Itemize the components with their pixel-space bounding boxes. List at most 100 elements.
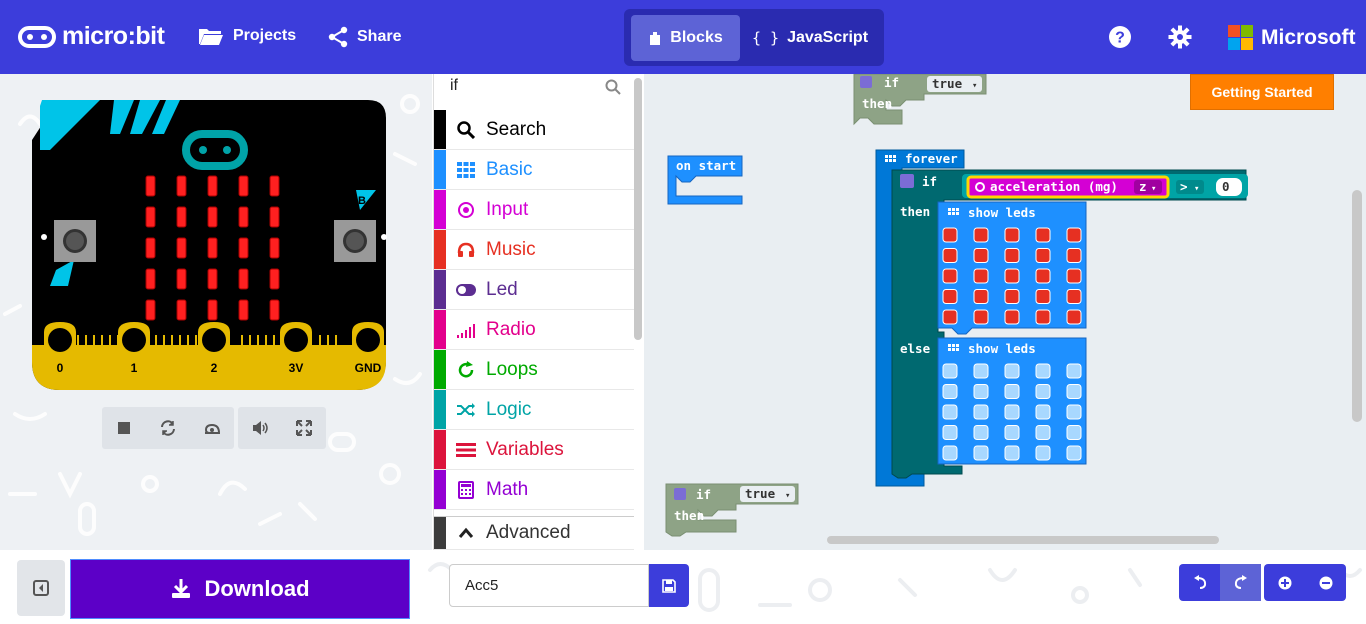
workspace-vscrollbar[interactable] <box>1352 190 1362 422</box>
toolbox-category-music[interactable]: Music <box>434 230 634 270</box>
restart-button[interactable] <box>146 407 190 449</box>
block-led-cell[interactable] <box>942 227 958 243</box>
on-start-block[interactable]: on start <box>667 155 743 205</box>
block-led-cell[interactable] <box>1066 248 1082 263</box>
block-led-cell[interactable] <box>1035 309 1051 325</box>
show-leds-else-block[interactable]: show leds <box>937 337 1087 465</box>
projects-button[interactable]: Projects <box>198 26 296 46</box>
if-block-bottom[interactable]: if true ▾ then <box>665 483 799 537</box>
block-led-cell[interactable] <box>1066 363 1082 379</box>
block-led-cell[interactable] <box>973 404 989 420</box>
toolbox-category-loops[interactable]: Loops <box>434 350 634 390</box>
block-led-cell[interactable] <box>1066 289 1082 304</box>
axis-dropdown[interactable]: z <box>1139 179 1147 194</box>
block-led-cell[interactable] <box>1035 363 1051 379</box>
block-led-cell[interactable] <box>942 289 958 304</box>
block-led-cell[interactable] <box>1035 268 1051 284</box>
block-led-cell[interactable] <box>1066 445 1082 461</box>
block-led-cell[interactable] <box>1004 248 1020 263</box>
toolbox-category-math[interactable]: Math <box>434 470 634 510</box>
compare-value[interactable]: 0 <box>1222 179 1230 194</box>
toolbox-category-variables[interactable]: Variables <box>434 430 634 470</box>
block-led-cell[interactable] <box>942 425 958 440</box>
toolbox-advanced[interactable]: Advanced <box>434 516 634 550</box>
block-led-cell[interactable] <box>973 248 989 263</box>
project-name-input[interactable]: Acc5 <box>449 564 649 607</box>
microbit-board[interactable]: A B 0 1 2 3V GND <box>30 100 402 394</box>
block-led-cell[interactable] <box>1004 384 1020 399</box>
block-led-cell[interactable] <box>973 227 989 243</box>
block-led-cell[interactable] <box>1035 227 1051 243</box>
stop-button[interactable] <box>102 407 146 449</box>
workspace-hscrollbar[interactable] <box>827 536 1219 544</box>
block-led-cell[interactable] <box>1004 268 1020 284</box>
collapse-simulator-button[interactable] <box>17 560 65 616</box>
block-led-cell[interactable] <box>973 445 989 461</box>
block-led-cell[interactable] <box>942 384 958 399</box>
block-led-cell[interactable] <box>1035 248 1051 263</box>
block-led-cell[interactable] <box>973 363 989 379</box>
zoom-out-button[interactable] <box>1305 564 1346 601</box>
save-button[interactable] <box>649 564 689 607</box>
block-led-cell[interactable] <box>1066 384 1082 399</box>
operator-dropdown[interactable]: > <box>1180 179 1188 194</box>
block-led-cell[interactable] <box>1035 404 1051 420</box>
button-b[interactable] <box>334 220 376 262</box>
share-button[interactable]: Share <box>328 26 401 48</box>
toolbox-category-led[interactable]: Led <box>434 270 634 310</box>
toolbox-category-search[interactable]: Search <box>434 110 634 150</box>
block-led-cell[interactable] <box>942 309 958 325</box>
toolbox-category-logic[interactable]: Logic <box>434 390 634 430</box>
if-top-value[interactable]: true <box>932 76 963 91</box>
fullscreen-button[interactable] <box>282 407 326 449</box>
toolbox-scrollbar[interactable] <box>634 78 642 340</box>
toolbox-category-radio[interactable]: Radio <box>434 310 634 350</box>
microsoft-logo[interactable]: Microsoft <box>1228 25 1356 50</box>
microbit-logo[interactable]: micro:bit <box>18 22 165 51</box>
search-icon[interactable] <box>605 79 621 95</box>
redo-button[interactable] <box>1220 564 1261 601</box>
undo-button[interactable] <box>1179 564 1220 601</box>
slowmo-button[interactable] <box>190 407 234 449</box>
tab-javascript[interactable]: { } JavaScript <box>750 15 870 61</box>
block-led-cell[interactable] <box>1004 309 1020 325</box>
help-icon[interactable]: ? <box>1108 25 1132 49</box>
gear-icon[interactable] <box>1168 25 1192 49</box>
block-led-cell[interactable] <box>942 445 958 461</box>
sound-button[interactable] <box>238 407 282 449</box>
button-a[interactable] <box>54 220 96 262</box>
block-led-cell[interactable] <box>973 425 989 440</box>
block-led-cell[interactable] <box>1035 445 1051 461</box>
getting-started-button[interactable]: Getting Started <box>1190 74 1334 110</box>
block-led-cell[interactable] <box>973 289 989 304</box>
block-led-cell[interactable] <box>1004 289 1020 304</box>
block-led-cell[interactable] <box>1066 425 1082 440</box>
block-led-cell[interactable] <box>1004 363 1020 379</box>
block-led-cell[interactable] <box>1035 425 1051 440</box>
block-led-cell[interactable] <box>942 363 958 379</box>
toolbox-category-basic[interactable]: Basic <box>434 150 634 190</box>
toolbox-category-input[interactable]: Input <box>434 190 634 230</box>
condition-block[interactable]: acceleration (mg) z ▾ > ▾ 0 <box>962 174 1248 199</box>
block-led-cell[interactable] <box>1035 384 1051 399</box>
if-bottom-value[interactable]: true <box>745 486 776 501</box>
block-led-cell[interactable] <box>1066 404 1082 420</box>
toolbox-search-input[interactable]: if <box>434 74 634 102</box>
block-led-cell[interactable] <box>1004 445 1020 461</box>
show-leds-then-block[interactable]: show leds <box>937 201 1087 335</box>
zoom-in-button[interactable] <box>1264 564 1305 601</box>
block-led-cell[interactable] <box>973 309 989 325</box>
block-led-cell[interactable] <box>1066 227 1082 243</box>
block-led-cell[interactable] <box>942 248 958 263</box>
block-led-cell[interactable] <box>1066 309 1082 325</box>
block-led-cell[interactable] <box>1004 425 1020 440</box>
block-led-cell[interactable] <box>973 384 989 399</box>
block-led-cell[interactable] <box>1004 404 1020 420</box>
download-button[interactable]: Download <box>70 559 410 619</box>
block-led-cell[interactable] <box>973 268 989 284</box>
if-block-top[interactable]: if true ▾ then <box>853 74 987 126</box>
block-led-cell[interactable] <box>1066 268 1082 284</box>
block-led-cell[interactable] <box>942 404 958 420</box>
blocks-workspace[interactable]: .bt{font-family:"DejaVu Sans Mono",monos… <box>644 74 1366 550</box>
block-led-cell[interactable] <box>942 268 958 284</box>
